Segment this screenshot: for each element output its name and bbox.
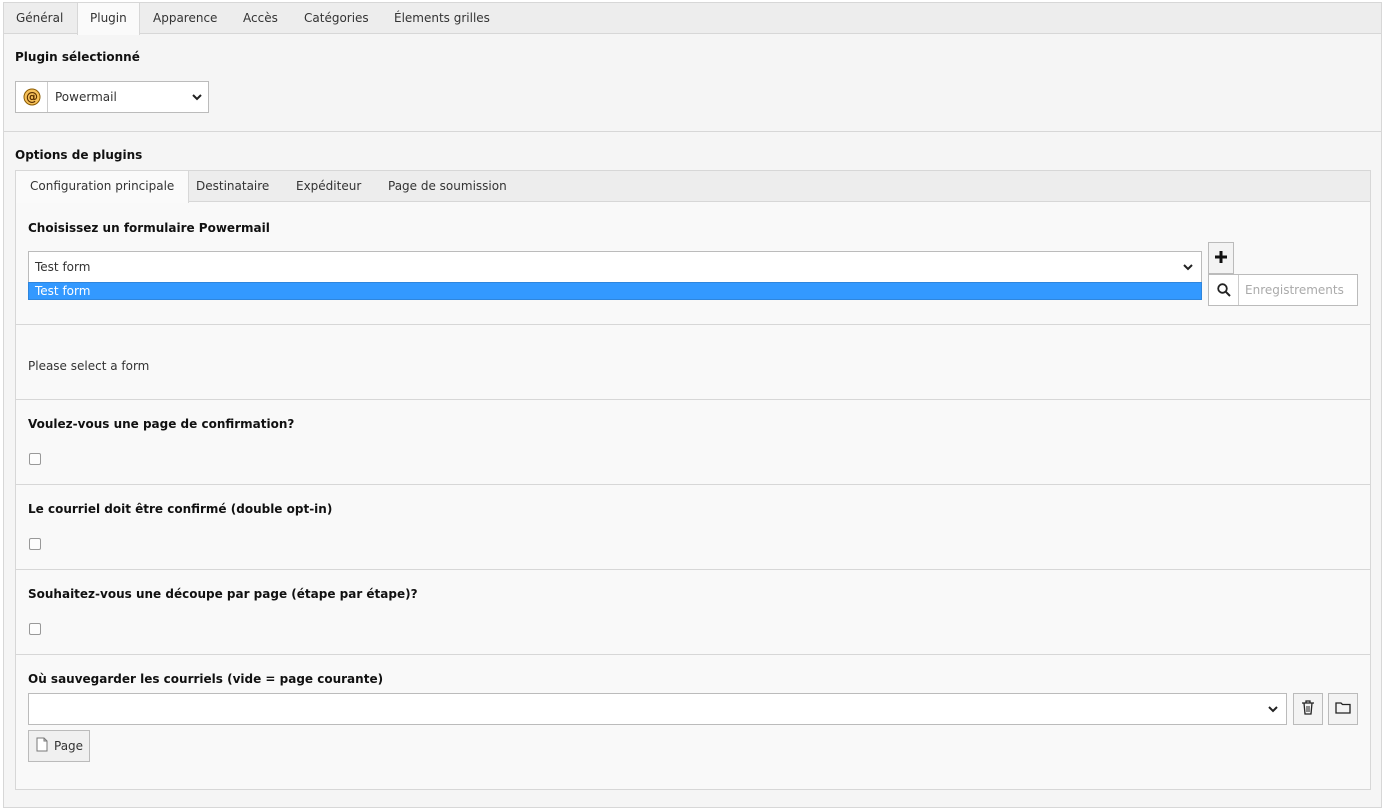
plugin-select[interactable]: @ Powermail [15, 81, 209, 113]
chevron-down-icon [1268, 703, 1278, 717]
tab-categories[interactable]: Catégories [292, 3, 381, 34]
tab-destinataire[interactable]: Destinataire [182, 171, 283, 202]
form-select-label: Choisissez un formulaire Powermail [28, 221, 270, 235]
field-divider [16, 324, 1370, 325]
double-optin-checkbox[interactable] [29, 538, 41, 550]
field-divider [16, 569, 1370, 570]
form-select-value: Test form [35, 260, 91, 274]
options-section-title: Options de plugins [15, 148, 143, 162]
chevron-down-icon [1183, 261, 1193, 275]
field-divider [16, 654, 1370, 655]
plugin-options-panel: Configuration principale Destinataire Ex… [15, 170, 1371, 790]
chevron-down-icon [192, 91, 202, 105]
field-divider [16, 484, 1370, 485]
add-record-button[interactable] [1208, 242, 1234, 274]
folder-icon [1335, 701, 1351, 717]
confirmation-page-checkbox[interactable] [29, 453, 41, 465]
multistep-checkbox[interactable] [29, 623, 41, 635]
top-tab-bar: Général Plugin Apparence Accès Catégorie… [4, 3, 1381, 35]
record-search-placeholder: Enregistrements [1245, 283, 1344, 297]
tab-elements-grilles[interactable]: Élements grilles [382, 3, 502, 34]
options-tab-bar: Configuration principale Destinataire Ex… [16, 171, 1370, 203]
record-search-field[interactable]: Enregistrements [1208, 274, 1358, 306]
storage-page-select[interactable] [28, 693, 1287, 725]
trash-icon [1301, 700, 1315, 718]
page-button-label: Page [54, 739, 84, 753]
content-element-editor: Général Plugin Apparence Accès Catégorie… [3, 2, 1382, 808]
delete-button[interactable] [1293, 693, 1323, 725]
form-select[interactable]: Test form [28, 251, 1202, 283]
multistep-label: Souhaitez-vous une découpe par page (éta… [28, 587, 418, 601]
storage-page-label: Où sauvegarder les courriels (vide = pag… [28, 672, 384, 686]
section-divider [4, 131, 1381, 132]
page-button[interactable]: Page [28, 730, 90, 762]
browse-pages-button[interactable] [1328, 693, 1358, 725]
tab-expediteur[interactable]: Expéditeur [282, 171, 375, 202]
confirmation-page-label: Voulez-vous une page de confirmation? [28, 417, 295, 431]
tab-page-de-soumission[interactable]: Page de soumission [374, 171, 521, 202]
dropdown-option-test-form[interactable]: Test form [28, 282, 1202, 300]
double-optin-label: Le courriel doit être confirmé (double o… [28, 502, 333, 516]
document-icon [36, 737, 48, 755]
tab-general[interactable]: Général [4, 3, 75, 34]
plugin-section-title: Plugin sélectionné [15, 50, 140, 64]
info-text: Please select a form [28, 359, 150, 373]
field-divider [16, 399, 1370, 400]
tab-plugin[interactable]: Plugin [77, 3, 140, 35]
powermail-at-icon: @ [16, 82, 48, 112]
tab-configuration-principale[interactable]: Configuration principale [16, 171, 190, 203]
plus-icon [1215, 250, 1227, 266]
plugin-select-value: Powermail [55, 90, 117, 104]
search-icon [1209, 275, 1239, 305]
svg-text:@: @ [26, 90, 38, 104]
tab-acces[interactable]: Accès [231, 3, 290, 34]
tab-apparence[interactable]: Apparence [141, 3, 229, 34]
